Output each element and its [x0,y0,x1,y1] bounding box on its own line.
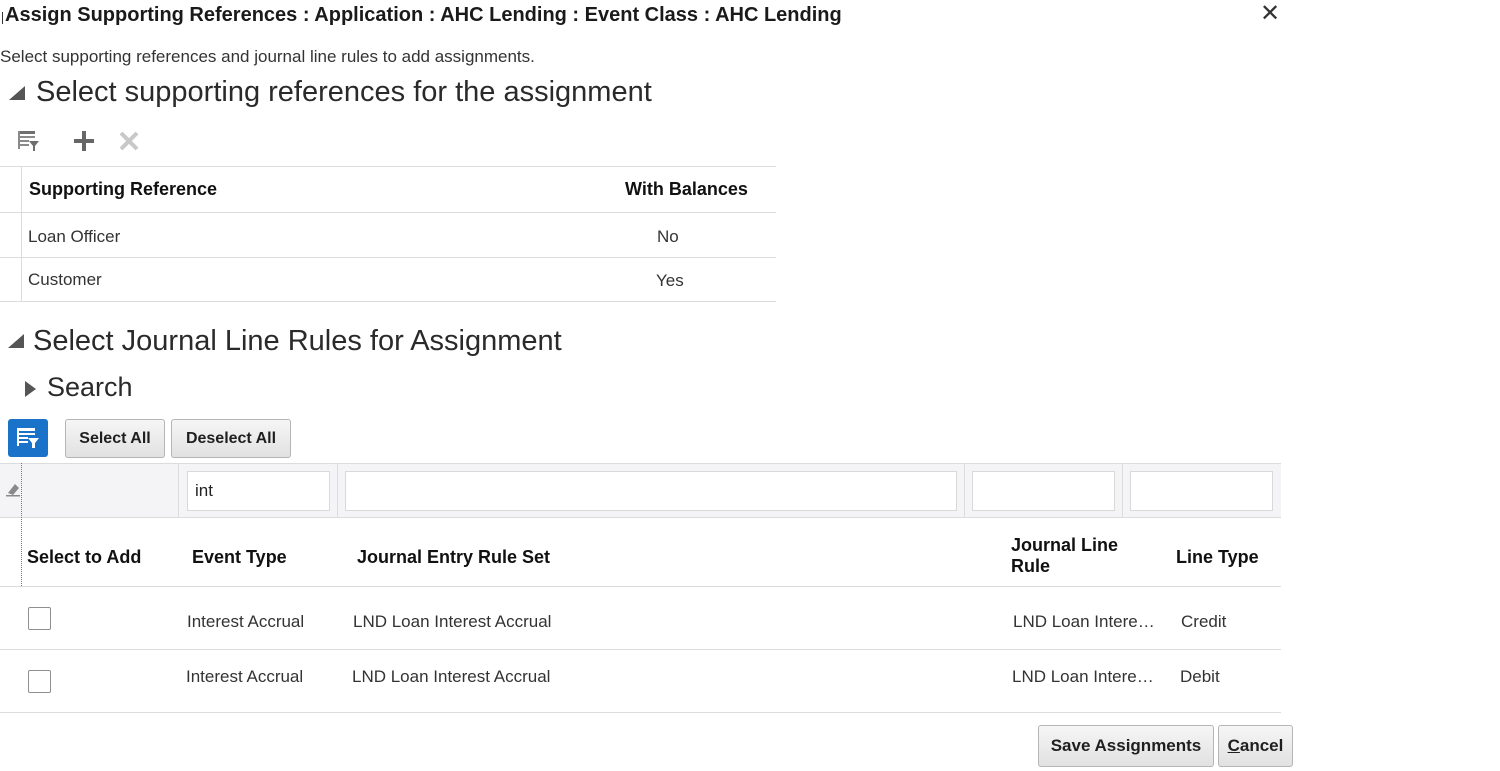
table-row[interactable]: Customer Yes [0,258,776,301]
supporting-reference-cell: Customer [28,270,102,289]
cancel-label-rest: ancel [1239,736,1284,755]
with-balances-cell: No [657,227,679,246]
collapse-triangle-icon[interactable] [8,334,24,348]
filter-divider [1122,464,1123,518]
detach-table-icon[interactable] [17,129,41,153]
filter-divider [178,464,179,518]
line-type-cell: Debit [1180,667,1220,686]
journal-line-rule-filter-input[interactable] [972,471,1115,511]
table-border-bottom [0,712,1281,713]
table-border-top [0,166,776,167]
column-header-event-type[interactable]: Event Type [192,547,287,568]
rule-set-filter-input[interactable] [345,471,957,511]
select-to-add-checkbox[interactable] [28,670,51,693]
line-type-filter-input[interactable] [1130,471,1273,511]
table-border-bottom [0,301,776,302]
journal-line-rule-cell: LND Loan Intere… [1013,612,1155,631]
cancel-button[interactable]: Cancel [1218,725,1293,767]
instructions-text: Select supporting references and journal… [0,47,535,66]
delete-x-icon[interactable] [119,131,139,151]
column-header-with-balances[interactable]: With Balances [625,179,748,200]
journal-rules-heading: Select Journal Line Rules for Assignment [33,325,562,357]
row-header-divider [21,463,22,586]
with-balances-cell: Yes [656,271,684,290]
filter-divider [337,464,338,518]
title-caret [2,12,3,24]
save-assignments-button[interactable]: Save Assignments [1038,725,1214,767]
collapse-triangle-icon[interactable] [9,86,25,100]
table-row[interactable]: Loan Officer No [0,213,776,257]
search-heading[interactable]: Search [47,372,133,403]
rule-set-cell: LND Loan Interest Accrual [353,612,552,631]
column-header-select-to-add[interactable]: Select to Add [27,547,141,568]
event-type-cell: Interest Accrual [187,612,305,631]
column-header-supporting-reference[interactable]: Supporting Reference [29,179,217,200]
select-to-add-checkbox[interactable] [28,607,51,630]
event-type-cell: Interest Accrual [186,667,304,686]
column-header-journal-line-rule[interactable]: Journal Line Rule [1011,535,1118,577]
filter-divider [964,464,965,518]
supporting-reference-cell: Loan Officer [28,227,121,246]
column-header-line-2: Rule [1011,556,1051,576]
plus-icon[interactable] [73,130,95,152]
select-all-button[interactable]: Select All [65,419,165,458]
expand-triangle-icon[interactable] [25,381,36,397]
event-type-filter-input[interactable] [187,471,330,511]
column-header-rule-set[interactable]: Journal Entry Rule Set [357,547,550,568]
eraser-icon[interactable] [5,481,21,497]
table-row[interactable]: Interest Accrual LND Loan Interest Accru… [0,650,1281,712]
close-icon[interactable]: ✕ [1260,2,1280,26]
deselect-all-button[interactable]: Deselect All [171,419,291,458]
journal-line-rule-cell: LND Loan Intere… [1012,667,1154,686]
dialog-title: Assign Supporting References : Applicati… [5,4,842,26]
rule-set-cell: LND Loan Interest Accrual [352,667,551,686]
query-by-example-icon[interactable] [8,419,48,457]
cancel-access-key: C [1227,736,1240,755]
table-row[interactable]: Interest Accrual LND Loan Interest Accru… [0,587,1281,649]
line-type-cell: Credit [1181,612,1227,631]
column-header-line-1: Journal Line [1011,535,1119,555]
column-header-line-type[interactable]: Line Type [1176,547,1259,568]
supporting-refs-heading: Select supporting references for the ass… [36,76,652,108]
